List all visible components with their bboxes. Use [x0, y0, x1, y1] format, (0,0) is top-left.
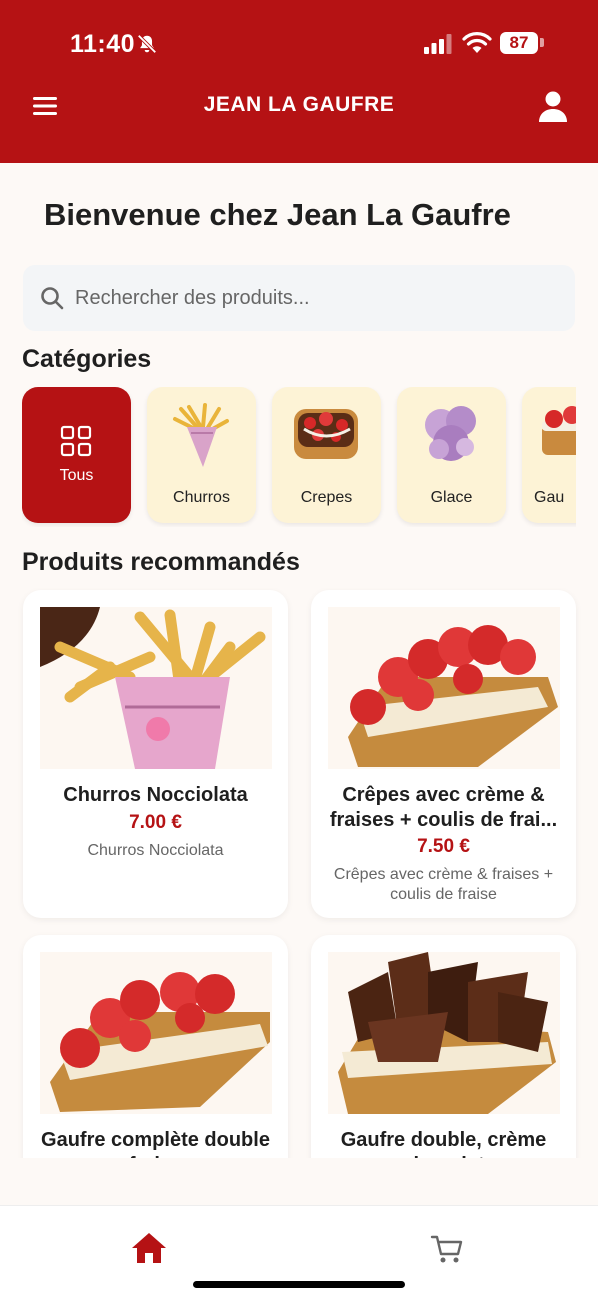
category-tous[interactable]: Tous: [22, 387, 131, 523]
product-image: [328, 952, 560, 1114]
category-churros[interactable]: Churros: [147, 387, 256, 523]
product-image: [40, 607, 272, 769]
home-icon[interactable]: [130, 1231, 168, 1265]
app-title: JEAN LA GAUFRE: [203, 93, 395, 116]
app-header: 11:40 87 JEAN LA GAUFRE: [0, 0, 598, 163]
category-crepes[interactable]: Crepes: [272, 387, 381, 523]
category-label: Glace: [430, 489, 473, 506]
category-label: Tous: [59, 467, 94, 484]
home-indicator: [193, 1281, 405, 1288]
product-name: Gaufre double, crème chocolat: [340, 1129, 547, 1158]
category-glace[interactable]: Glace: [397, 387, 506, 523]
user-profile-icon[interactable]: [535, 88, 571, 124]
waffle-image: [542, 406, 576, 455]
categories-heading: Catégories: [22, 345, 152, 373]
ice-cream-image: [425, 406, 476, 461]
cart-icon[interactable]: [430, 1234, 464, 1264]
search-icon: [41, 287, 64, 310]
product-description: Crêpes avec crème & fraises + coulis de …: [333, 866, 554, 903]
product-image: [328, 607, 560, 769]
crepes-fraises-image: [328, 607, 560, 769]
products-heading: Produits recommandés: [22, 548, 300, 576]
welcome-heading: Bienvenue chez Jean La Gaufre: [44, 197, 511, 232]
category-label: Churros: [173, 489, 230, 506]
product-name: Gaufre complète double fraise: [41, 1129, 270, 1158]
gaufre-chocolat-image: [328, 952, 560, 1114]
product-card[interactable]: Churros Nocciolata 7.00 € Churros Noccio…: [23, 590, 288, 918]
churros-image: [173, 403, 229, 467]
churros-nocciolata-image: [40, 607, 272, 769]
crepes-image: [294, 409, 358, 459]
status-time: 11:40: [70, 30, 136, 58]
product-description: Churros Nocciolata: [87, 842, 224, 859]
battery-tip: [540, 38, 544, 47]
product-name: Churros Nocciolata: [63, 784, 248, 806]
cellular-signal-icon: [424, 34, 452, 54]
product-card[interactable]: Gaufre double, crème chocolat: [311, 935, 576, 1158]
category-label: Gau: [534, 489, 565, 506]
product-price: 7.50 €: [417, 836, 470, 857]
category-gaufres[interactable]: Gau: [522, 387, 576, 523]
search-bar: [23, 265, 575, 331]
gaufre-complete-image: [40, 952, 272, 1114]
wifi-icon: [462, 32, 492, 53]
product-card[interactable]: Crêpes avec crème & fraises + coulis de …: [311, 590, 576, 918]
category-label: Crepes: [300, 489, 353, 506]
products-grid: Churros Nocciolata 7.00 € Churros Noccio…: [0, 588, 598, 1158]
product-price: 7.00 €: [129, 812, 182, 833]
bell-muted-icon: [137, 34, 157, 54]
categories-carousel[interactable]: Tous Churros Crepes Glace Gau: [22, 387, 576, 527]
product-name: Crêpes avec crème & fraises + coulis de …: [329, 784, 558, 831]
battery-indicator: 87: [500, 32, 538, 54]
product-image: [40, 952, 272, 1114]
grid-icon: [60, 425, 92, 457]
search-input[interactable]: [75, 265, 555, 331]
product-card[interactable]: Gaufre complète double fraise: [23, 935, 288, 1158]
